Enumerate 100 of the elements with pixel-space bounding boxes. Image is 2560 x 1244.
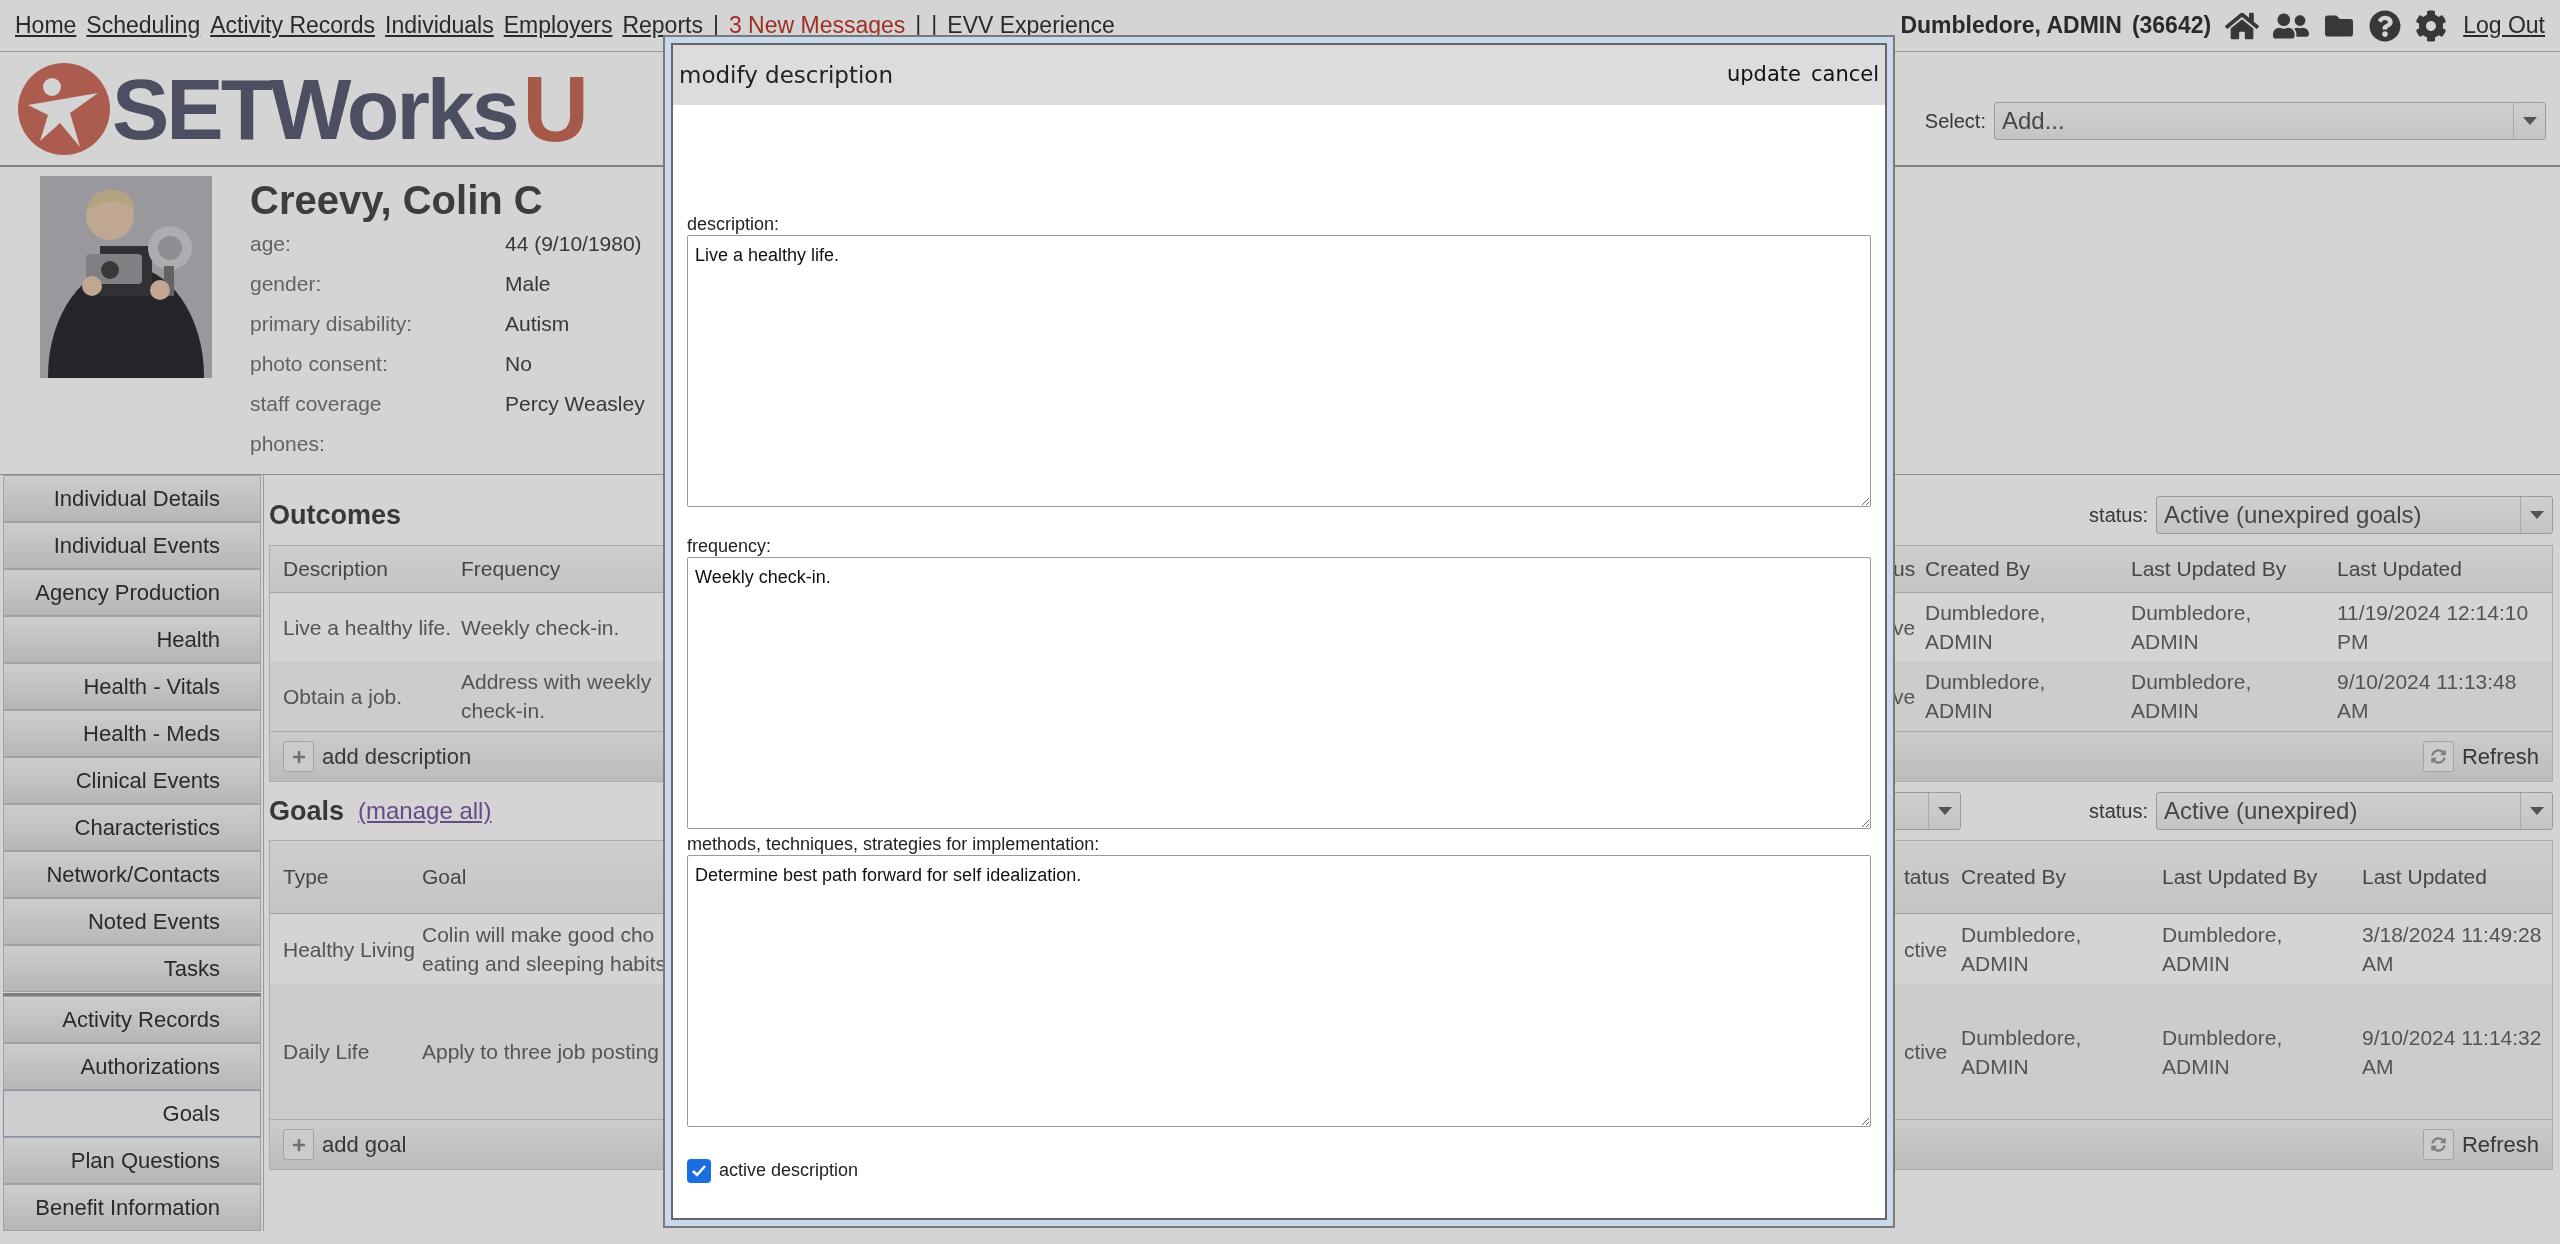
nav-link[interactable]: Scheduling	[86, 8, 201, 43]
refresh-button[interactable]: Refresh	[2422, 1128, 2539, 1161]
table-cell-text: Dumbledore, ADMIN	[2131, 669, 2253, 724]
sidebar-item[interactable]: Agency Production	[3, 569, 261, 616]
refresh-icon	[2430, 1137, 2446, 1152]
field-value: Autism	[505, 311, 570, 338]
manage-all-link[interactable]: (manage all)	[358, 793, 492, 829]
field-label: primary disability:	[250, 311, 414, 338]
field-label: description:	[687, 213, 781, 235]
section-title: Goals	[269, 794, 345, 828]
table-cell-text: ctive	[1904, 936, 1949, 963]
table-cell-text: Apply to three job posting	[422, 1039, 660, 1065]
settings-icon[interactable]	[2415, 9, 2448, 42]
table-cell-text: 3/18/2024 11:49:28 AM	[2362, 922, 2543, 977]
table-cell-text: Dumbledore, ADMIN	[2162, 1024, 2284, 1080]
status-label: status:	[2089, 503, 2148, 528]
field-label: methods, techniques, strategies for implementation:	[687, 833, 1101, 855]
sidebar-item[interactable]: Activity Records	[3, 996, 261, 1043]
logo-letter: U	[522, 62, 589, 155]
help-icon[interactable]	[2369, 9, 2402, 42]
caret-icon	[2529, 511, 2544, 519]
table-cell-text: 11/19/2024 12:14:10 PM	[2337, 600, 2530, 655]
table-cell-text: 9/10/2024 11:14:32 AM	[2362, 1024, 2543, 1080]
plus-icon	[291, 1137, 306, 1152]
sidebar-item[interactable]: Health	[3, 616, 261, 663]
table-cell-text: Weekly check-in.	[461, 614, 621, 641]
caret-icon	[2529, 807, 2544, 815]
column-header: Last Updated	[2362, 864, 2488, 891]
dialog-action[interactable]: cancel	[1810, 59, 1879, 91]
logo-text: SETWorks	[112, 65, 517, 152]
sidebar-item[interactable]: Network/Contacts	[3, 851, 261, 898]
column-header: Created By	[1961, 864, 2068, 891]
field-value: 44 (9/10/1980)	[505, 231, 642, 258]
sidebar-item[interactable]: Tasks	[3, 945, 261, 992]
table-cell-text: Address with weekly check-in.	[461, 669, 653, 724]
checkbox[interactable]	[687, 1158, 711, 1183]
caret-icon	[1937, 807, 1952, 815]
status-label: status:	[2089, 799, 2148, 824]
table-cell-text: Obtain a job.	[283, 683, 404, 710]
field-value: No	[505, 351, 532, 378]
table-cell-text: Dumbledore, ADMIN	[1925, 669, 2047, 724]
nav-link[interactable]: Individuals	[385, 8, 494, 43]
plus-icon	[291, 749, 306, 764]
user-name: Dumbledore, ADMIN	[1900, 11, 2122, 41]
field-label: age:	[250, 231, 292, 258]
user-id: (36642)	[2131, 11, 2212, 41]
column-header: Description	[283, 556, 390, 583]
field-label: gender:	[250, 271, 323, 298]
add-button[interactable]: add goal	[283, 1128, 407, 1161]
table-cell-text: 9/10/2024 11:13:48 AM	[2337, 669, 2518, 724]
table-cell-text: Dumbledore, ADMIN	[1961, 1024, 2083, 1080]
sidebar-item[interactable]: Health - Vitals	[3, 663, 261, 710]
sidebar-item[interactable]: Authorizations	[3, 1043, 261, 1090]
add-select[interactable]: Add...	[1994, 101, 2546, 140]
sidebar-item[interactable]: Clinical Events	[3, 757, 261, 804]
table-cell-text: Colin will make good cho eating and sleeping habits	[422, 922, 668, 977]
status-select[interactable]: Active (unexpired)	[2156, 792, 2553, 830]
table-cell-text: ctive	[1904, 1039, 1949, 1065]
column-header: Type	[283, 864, 330, 891]
column-header: Last Updated By	[2131, 556, 2288, 583]
refresh-button[interactable]: Refresh	[2422, 740, 2539, 773]
field-label: phones:	[250, 431, 326, 458]
column-header: Goal	[422, 864, 468, 891]
sidebar-item[interactable]: Noted Events	[3, 898, 261, 945]
table-cell-text: Daily Life	[283, 1039, 371, 1065]
sidebar-item[interactable]: Health - Meds	[3, 710, 261, 757]
field-value: Male	[505, 271, 551, 298]
column-header: tatus	[1904, 864, 1951, 891]
input-field[interactable]: Live a healthy life.	[687, 235, 1871, 507]
field-label: staff coverage	[250, 391, 383, 418]
logout-link[interactable]: Log Out	[2463, 8, 2545, 43]
add-button[interactable]: add description	[283, 740, 472, 773]
column-header: Last Updated By	[2162, 864, 2319, 891]
status-select[interactable]: Active (unexpired goals)	[2156, 496, 2553, 534]
nav-link[interactable]: Activity Records	[210, 8, 376, 43]
sidebar-item[interactable]: Goals	[3, 1090, 261, 1137]
input-field[interactable]: Determine best path forward for self idealization.	[687, 855, 1871, 1127]
field-label: frequency:	[687, 535, 773, 557]
column-header: Created By	[1925, 556, 2032, 583]
check-icon	[691, 1163, 707, 1178]
checkbox-label: active description	[719, 1159, 859, 1182]
table-cell-text: Dumbledore, ADMIN	[1925, 600, 2047, 655]
nav-link[interactable]: Employers	[503, 8, 613, 43]
refresh-icon	[2430, 749, 2446, 764]
caret-icon	[2522, 116, 2537, 125]
sidebar-item[interactable]: Characteristics	[3, 804, 261, 851]
select-label: Select:	[1924, 108, 1986, 134]
column-header: Last Updated	[2337, 556, 2463, 583]
person-name: Creevy, Colin C	[250, 177, 544, 224]
sidebar-item[interactable]: Benefit Information	[3, 1184, 261, 1231]
nav-link[interactable]: Home	[15, 8, 77, 43]
sidebar-item[interactable]: Plan Questions	[3, 1137, 261, 1184]
sidebar-item[interactable]: Individual Events	[3, 522, 261, 569]
input-field[interactable]: Weekly check-in.	[687, 557, 1871, 829]
people-icon[interactable]	[2273, 10, 2310, 41]
dialog-action[interactable]: update	[1726, 59, 1801, 91]
table-cell-text: Live a healthy life.	[283, 614, 453, 641]
field-label: photo consent:	[250, 351, 389, 378]
field-value: Percy Weasley	[505, 391, 645, 418]
sidebar-item[interactable]: Individual Details	[3, 475, 261, 522]
